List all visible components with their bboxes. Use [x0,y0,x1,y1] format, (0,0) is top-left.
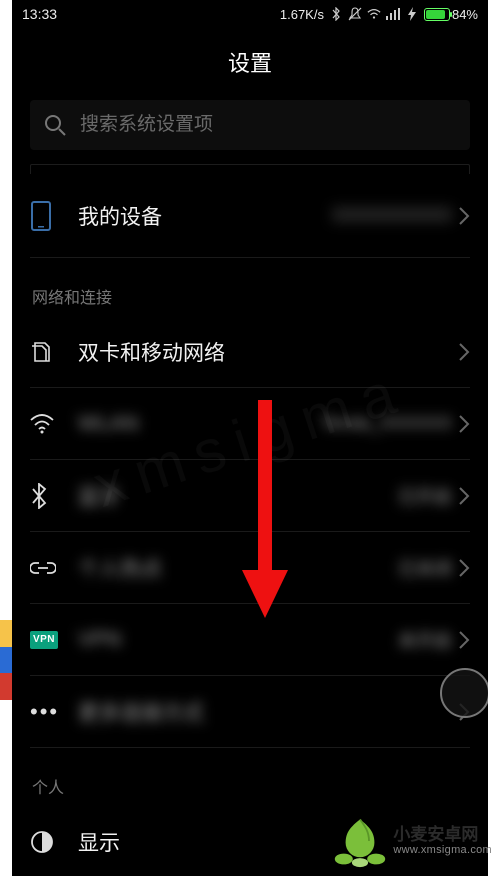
row-value: 已关闭 [398,555,452,581]
row-label: 更多连接方式 [78,697,204,727]
bluetooth-icon [329,7,343,21]
section-network-title: 网络和连接 [30,258,470,316]
status-bar: 13:33 1.67K/s 84% [12,0,488,28]
row-label: VPN [78,628,121,652]
row-hotspot[interactable]: 个人热点 已关闭 [30,532,470,604]
row-vpn[interactable]: VPN VPN 未开启 [30,604,470,676]
row-dual-sim[interactable]: 双卡和移动网络 [30,316,470,388]
row-label: 我的设备 [78,201,162,231]
row-display[interactable]: 显示 [30,806,470,876]
chevron-right-icon [458,342,470,362]
row-wlan[interactable]: WLAN Tenda_XXXXXX [30,388,470,460]
row-label: 蓝牙 [78,481,120,511]
wifi-icon [367,7,381,21]
status-netspeed: 1.67K/s [280,7,324,22]
row-label: 显示 [78,827,120,857]
search-input[interactable] [80,114,456,136]
sim-icon [30,340,78,364]
search-icon [44,114,66,136]
dnd-icon [348,7,362,21]
row-value: XXXXXXXXXX [332,204,452,227]
left-edge-decor [0,620,12,700]
row-label: 个人热点 [78,553,162,583]
battery-indicator: 84% [424,7,478,22]
chevron-right-icon [458,486,470,506]
phone-frame: 13:33 1.67K/s 84% 设置 [12,0,488,876]
section-personal-title: 个人 [30,748,470,806]
row-value: 已开启 [398,483,452,509]
chevron-right-icon [458,414,470,434]
page-title: 设置 [12,28,488,100]
charging-icon [405,7,419,21]
vpn-icon: VPN [30,631,78,649]
phone-icon [30,201,78,231]
link-icon [30,560,78,576]
row-more-connections[interactable]: ••• 更多连接方式 [30,676,470,748]
row-value: 未开启 [398,627,452,653]
card-top-edge [30,164,470,174]
battery-pct: 84% [452,7,478,22]
signal-icon [386,7,400,21]
chevron-right-icon [458,630,470,650]
chevron-right-icon [458,206,470,226]
status-time: 13:33 [22,6,57,22]
row-bluetooth[interactable]: 蓝牙 已开启 [30,460,470,532]
contrast-icon [30,830,78,854]
more-icon: ••• [30,699,78,725]
row-label: WLAN [78,412,139,436]
row-label: 双卡和移动网络 [78,337,225,367]
search-bar[interactable] [30,100,470,150]
bluetooth-icon [30,483,78,509]
wifi-icon [30,414,78,434]
chevron-right-icon [458,558,470,578]
row-my-device[interactable]: 我的设备 XXXXXXXXXX [30,174,470,258]
row-value: Tenda_XXXXXX [321,413,452,434]
assistive-touch[interactable] [440,668,488,718]
